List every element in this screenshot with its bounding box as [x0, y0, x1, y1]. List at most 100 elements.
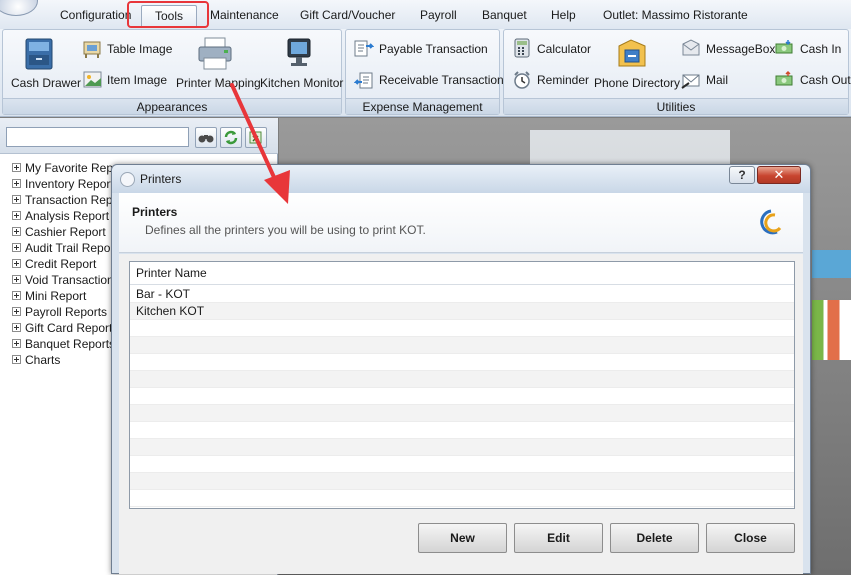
expand-icon[interactable] — [12, 227, 21, 237]
cash-drawer-button[interactable]: Cash Drawer — [11, 76, 81, 90]
expand-icon[interactable] — [12, 259, 21, 269]
receivable-transaction-button[interactable]: Receivable Transaction — [379, 73, 504, 87]
expand-icon[interactable] — [12, 355, 21, 365]
dialog-content: Printer Name Bar - KOT Kitchen KOT New E… — [119, 254, 803, 574]
calculator-button[interactable]: Calculator — [537, 42, 591, 56]
dialog-header: Printers Defines all the printers you wi… — [119, 193, 803, 253]
close-button[interactable]: Close — [706, 523, 795, 553]
empty-row — [130, 405, 794, 422]
new-button[interactable]: New — [418, 523, 507, 553]
receivable-transaction-icon — [354, 72, 373, 89]
kitchen-monitor-button[interactable]: Kitchen Monitor — [260, 76, 343, 90]
cash-out-icon — [775, 70, 793, 86]
group-label-appearances: Appearances — [3, 98, 341, 114]
mail-icon — [681, 74, 700, 89]
cash-in-icon — [775, 40, 793, 54]
mail-button[interactable]: Mail — [706, 73, 728, 87]
payable-transaction-icon — [354, 40, 374, 57]
alarm-clock-icon — [514, 71, 530, 89]
menu-gift-card-voucher[interactable]: Gift Card/Voucher — [300, 8, 395, 22]
group-appearances: Cash Drawer Table Image Item Image Print… — [2, 29, 343, 115]
printer-mapping-button[interactable]: Printer Mapping — [176, 76, 261, 90]
tree-item-void-transaction[interactable]: Void Transaction — [12, 272, 114, 288]
export-button[interactable] — [245, 127, 267, 148]
empty-row — [130, 473, 794, 490]
edit-button[interactable]: Edit — [514, 523, 603, 553]
menu-banquet[interactable]: Banquet — [482, 8, 527, 22]
menu-maintenance[interactable]: Maintenance — [210, 8, 279, 22]
tree-item-analysis-report[interactable]: Analysis Report — [12, 208, 109, 224]
tree-item-inventory-reports[interactable]: Inventory Reports — [12, 176, 120, 192]
cash-drawer-icon — [25, 38, 53, 70]
tree-item-mini-report[interactable]: Mini Report — [12, 288, 86, 304]
refresh-button[interactable] — [220, 127, 242, 148]
binoculars-icon — [198, 135, 214, 143]
empty-row — [130, 337, 794, 354]
background-panel — [812, 250, 851, 278]
dialog-titlebar[interactable]: Printers ? ✕ — [112, 165, 810, 193]
empty-row — [130, 456, 794, 473]
tree-item-credit-report[interactable]: Credit Report — [12, 256, 96, 272]
group-label-expense-management: Expense Management — [346, 98, 499, 114]
expand-icon[interactable] — [12, 291, 21, 301]
search-input[interactable] — [6, 127, 189, 147]
table-image-icon — [83, 41, 101, 58]
help-button[interactable]: ? — [729, 166, 755, 184]
expand-icon[interactable] — [12, 243, 21, 253]
tree-item-banquet-reports[interactable]: Banquet Reports — [12, 336, 115, 352]
expand-icon[interactable] — [12, 211, 21, 221]
tree-item-payroll-reports[interactable]: Payroll Reports — [12, 304, 107, 320]
outlet-label: Outlet: Massimo Ristorante — [603, 8, 748, 22]
expand-icon[interactable] — [12, 323, 21, 333]
printer-icon — [198, 37, 232, 70]
menu-payroll[interactable]: Payroll — [420, 8, 457, 22]
expand-icon[interactable] — [12, 195, 21, 205]
menu-configuration[interactable]: Configuration — [60, 8, 131, 22]
table-row[interactable]: Bar - KOT — [130, 286, 794, 303]
header-description: Defines all the printers you will be usi… — [145, 223, 426, 237]
delete-button[interactable]: Delete — [610, 523, 699, 553]
reports-toolbar — [0, 118, 278, 154]
calculator-icon — [514, 38, 530, 58]
cash-out-button[interactable]: Cash Out — [800, 73, 851, 87]
table-row[interactable]: Kitchen KOT — [130, 303, 794, 320]
empty-row — [130, 422, 794, 439]
payable-transaction-button[interactable]: Payable Transaction — [379, 42, 488, 56]
message-icon — [682, 39, 700, 56]
tree-item-cashier-report[interactable]: Cashier Report — [12, 224, 106, 240]
expand-icon[interactable] — [12, 275, 21, 285]
expand-icon[interactable] — [12, 339, 21, 349]
close-window-button[interactable]: ✕ — [757, 166, 801, 184]
dialog-logo-icon — [120, 172, 135, 187]
empty-row — [130, 371, 794, 388]
dialog-title: Printers — [140, 172, 182, 186]
empty-row — [130, 354, 794, 371]
empty-row — [130, 320, 794, 337]
phone-directory-icon — [618, 39, 646, 67]
highlight-box — [127, 1, 209, 28]
item-image-button[interactable]: Item Image — [107, 73, 167, 87]
menu-bar: Configuration Tools Maintenance Gift Car… — [0, 0, 851, 30]
tree-item-audit-trail-reports[interactable]: Audit Trail Reports — [12, 240, 124, 256]
expand-icon[interactable] — [12, 179, 21, 189]
refresh-icon — [224, 130, 238, 145]
item-image-icon — [83, 71, 102, 88]
group-label-utilities: Utilities — [504, 98, 848, 114]
table-image-button[interactable]: Table Image — [107, 42, 172, 56]
tree-item-gift-card-reports[interactable]: Gift Card Reports — [12, 320, 118, 336]
cash-in-button[interactable]: Cash In — [800, 42, 841, 56]
phone-directory-button[interactable]: Phone Directory — [594, 76, 680, 90]
expand-icon[interactable] — [12, 307, 21, 317]
search-button[interactable] — [195, 127, 217, 148]
export-icon — [249, 131, 262, 144]
printers-dialog: Printers ? ✕ Printers Defines all the pr… — [111, 164, 811, 574]
tree-item-charts[interactable]: Charts — [12, 352, 60, 368]
reminder-button[interactable]: Reminder — [537, 73, 589, 87]
messagebox-button[interactable]: MessageBox — [706, 42, 775, 56]
expand-icon[interactable] — [12, 163, 21, 173]
group-expense-management: Payable Transaction Receivable Transacti… — [345, 29, 504, 115]
column-header-printer-name[interactable]: Printer Name — [130, 262, 794, 285]
menu-help[interactable]: Help — [551, 8, 576, 22]
header-title: Printers — [132, 205, 178, 219]
app-logo[interactable] — [0, 0, 38, 16]
